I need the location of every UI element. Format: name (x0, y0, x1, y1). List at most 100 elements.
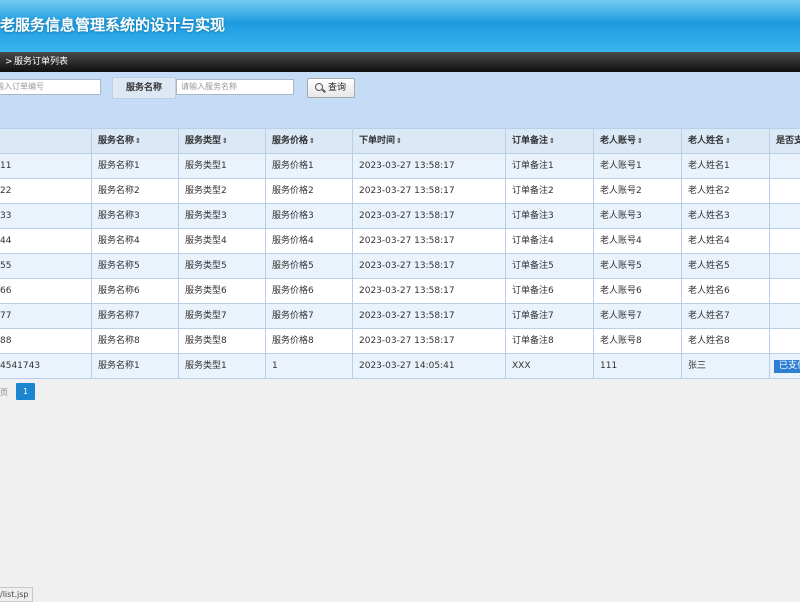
table-row[interactable]: 66 服务名称6 服务类型6 服务价格6 2023-03-27 13:58:17 订单备注… (0, 279, 800, 304)
table-cell: 服务类型1 (179, 154, 266, 178)
column-header[interactable]: 服务名称⇕ (92, 129, 179, 153)
table-cell-value: 老人账号1 (600, 161, 642, 171)
column-header[interactable]: 是否支 (770, 129, 800, 153)
table-row[interactable]: 11 服务名称1 服务类型1 服务价格1 2023-03-27 13:58:17 订单备注… (0, 154, 800, 179)
column-header[interactable]: 订单备注⇕ (506, 129, 594, 153)
app-title: 老服务信息管理系统的设计与实现 (0, 16, 226, 34)
table-cell-value: 服务类型6 (185, 286, 227, 296)
table-cell-value: 111 (600, 361, 618, 371)
table-cell-value: 服务类型2 (185, 186, 227, 196)
table-cell-value: 服务类型7 (185, 311, 227, 321)
table-cell-value: 服务名称7 (98, 311, 140, 321)
table-cell (770, 229, 800, 253)
table-cell-value: 老人姓名1 (688, 161, 730, 171)
column-header[interactable]: 老人账号⇕ (594, 129, 682, 153)
order-number-input[interactable]: 输入订单编号 (0, 79, 101, 95)
column-header-label: 服务名称 (98, 136, 135, 146)
sort-icon[interactable]: ⇕ (309, 137, 315, 145)
table-cell: 55 (0, 254, 92, 278)
table-cell: 服务类型7 (179, 304, 266, 328)
table-cell: 2023-03-27 14:05:41 (353, 354, 506, 378)
table-cell-value: 订单备注7 (512, 311, 554, 321)
sort-icon[interactable]: ⇕ (135, 137, 141, 145)
column-header[interactable]: 下单时间⇕ (353, 129, 506, 153)
table-cell (770, 179, 800, 203)
table-row[interactable]: 88 服务名称8 服务类型8 服务价格8 2023-03-27 13:58:17 订单备注… (0, 329, 800, 354)
paid-status-badge: 已支付 (774, 360, 800, 373)
page-button-current[interactable]: 1 (16, 383, 35, 400)
column-header[interactable]: 老人姓名⇕ (682, 129, 770, 153)
table-cell: 66 (0, 279, 92, 303)
table-row[interactable]: 4541743 服务名称1 服务类型1 1 2023-03-27 14:05:41 XXX… (0, 354, 800, 379)
table-row[interactable]: 55 服务名称5 服务类型5 服务价格5 2023-03-27 13:58:17 订单备注… (0, 254, 800, 279)
table-cell: 老人账号1 (594, 154, 682, 178)
table-row[interactable]: 77 服务名称7 服务类型7 服务价格7 2023-03-27 13:58:17 订单备注… (0, 304, 800, 329)
table-cell: 2023-03-27 13:58:17 (353, 229, 506, 253)
table-cell-value: 老人账号7 (600, 311, 642, 321)
orders-table: 服务名称⇕ 服务类型⇕ 服务价格⇕ 下单时间⇕ 订单备注⇕ 老人账号⇕ 老人姓名⇕ 是否支 11… (0, 128, 800, 379)
table-cell: 2023-03-27 13:58:17 (353, 254, 506, 278)
breadcrumb: > 服务订单列表 (0, 52, 800, 72)
table-cell-value: 2023-03-27 13:58:17 (359, 186, 455, 196)
table-cell: 88 (0, 329, 92, 353)
table-cell-value: 2023-03-27 13:58:17 (359, 336, 455, 346)
table-cell: 张三 (682, 354, 770, 378)
column-header-label: 老人账号 (600, 136, 637, 146)
sort-icon[interactable]: ⇕ (637, 137, 643, 145)
table-cell: 44 (0, 229, 92, 253)
column-header (0, 129, 92, 153)
table-cell: 服务类型8 (179, 329, 266, 353)
table-row[interactable]: 44 服务名称4 服务类型4 服务价格4 2023-03-27 13:58:17 订单备注… (0, 229, 800, 254)
table-cell: 订单备注4 (506, 229, 594, 253)
table-cell: 服务名称5 (92, 254, 179, 278)
table-cell-value: 服务名称1 (98, 161, 140, 171)
sort-icon[interactable]: ⇕ (725, 137, 731, 145)
sort-icon[interactable]: ⇕ (396, 137, 402, 145)
table-cell-value: 服务名称1 (98, 361, 140, 371)
table-cell-value: 老人姓名6 (688, 286, 730, 296)
query-button[interactable]: 查询 (307, 78, 355, 98)
table-row[interactable]: 33 服务名称3 服务类型3 服务价格3 2023-03-27 13:58:17 订单备注… (0, 204, 800, 229)
sort-icon[interactable]: ⇕ (549, 137, 555, 145)
table-cell-value: 老人账号2 (600, 186, 642, 196)
table-cell: 老人姓名1 (682, 154, 770, 178)
column-header-label: 下单时间 (359, 136, 396, 146)
table-cell: 老人账号8 (594, 329, 682, 353)
table-cell-value: 44 (0, 236, 12, 246)
table-cell: 服务名称1 (92, 354, 179, 378)
table-cell (770, 279, 800, 303)
table-cell: 11 (0, 154, 92, 178)
table-cell-value: 2023-03-27 13:58:17 (359, 261, 455, 271)
column-header[interactable]: 服务类型⇕ (179, 129, 266, 153)
table-cell-value: 服务类型1 (185, 161, 227, 171)
breadcrumb-current: 服务订单列表 (14, 57, 69, 67)
table-row[interactable]: 22 服务名称2 服务类型2 服务价格2 2023-03-27 13:58:17 订单备注… (0, 179, 800, 204)
table-cell-value: 4541743 (0, 361, 41, 371)
table-cell-value: 老人账号3 (600, 211, 642, 221)
sort-icon[interactable]: ⇕ (222, 137, 228, 145)
table-cell-value: 服务类型8 (185, 336, 227, 346)
table-cell (770, 329, 800, 353)
table-cell-value: 老人姓名2 (688, 186, 730, 196)
table-cell: 老人账号6 (594, 279, 682, 303)
table-cell-value: 老人姓名4 (688, 236, 730, 246)
table-cell: 服务类型1 (179, 354, 266, 378)
table-cell: 老人姓名3 (682, 204, 770, 228)
table-cell: 2023-03-27 13:58:17 (353, 204, 506, 228)
table-cell-value: 老人账号6 (600, 286, 642, 296)
table-cell: 服务名称2 (92, 179, 179, 203)
table-cell: 订单备注6 (506, 279, 594, 303)
table-cell-value: 服务名称8 (98, 336, 140, 346)
service-name-label: 服务名称 (112, 77, 176, 99)
table-cell: 订单备注3 (506, 204, 594, 228)
table-cell-value: 老人姓名7 (688, 311, 730, 321)
table-cell: 服务价格7 (266, 304, 353, 328)
table-cell: 服务类型6 (179, 279, 266, 303)
column-header-label: 服务价格 (272, 136, 309, 146)
table-cell-value: 订单备注3 (512, 211, 554, 221)
table-cell: 服务价格2 (266, 179, 353, 203)
table-cell: 老人账号4 (594, 229, 682, 253)
table-cell-value: 77 (0, 311, 12, 321)
service-name-input[interactable]: 请输入服务名称 (176, 79, 294, 95)
column-header[interactable]: 服务价格⇕ (266, 129, 353, 153)
